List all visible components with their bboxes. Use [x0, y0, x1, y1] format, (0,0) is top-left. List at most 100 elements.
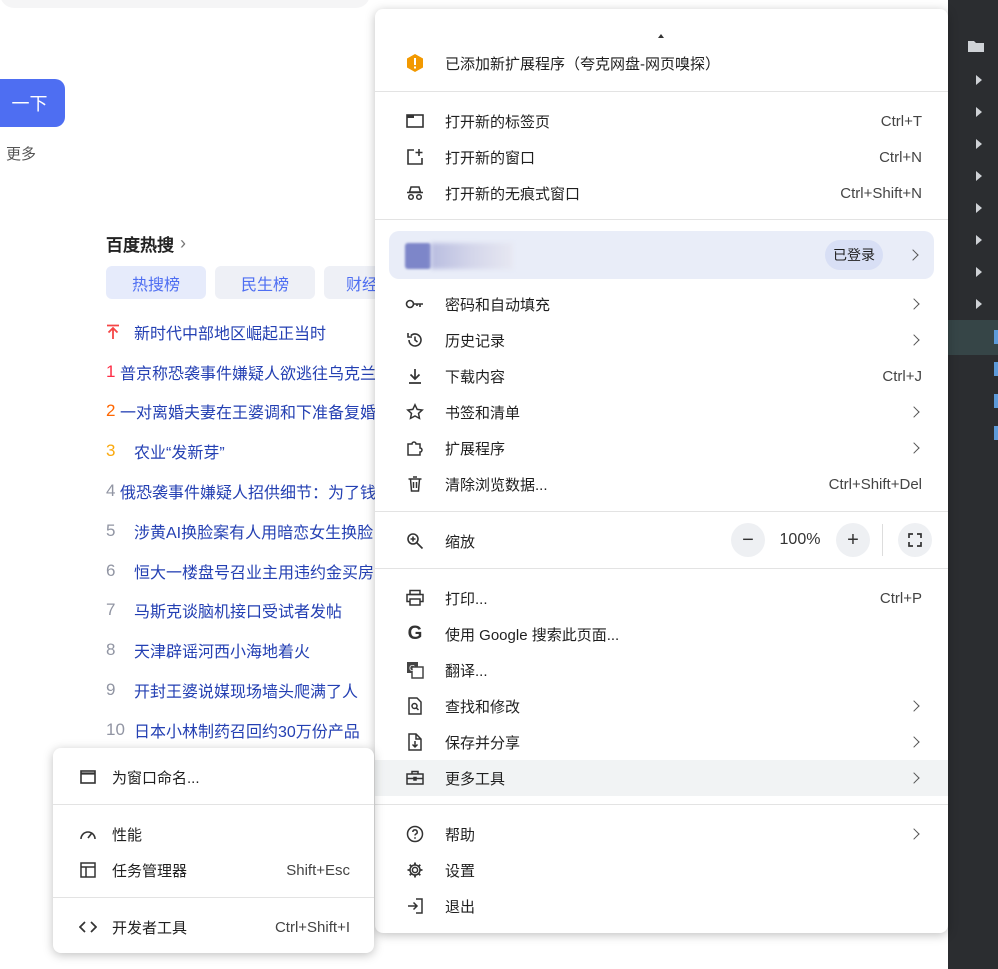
divider: [375, 219, 948, 220]
menu-item-settings[interactable]: 设置: [375, 852, 948, 888]
expand-arrow-icon[interactable]: [976, 267, 982, 277]
profile-row[interactable]: 已登录: [389, 231, 934, 279]
menu-item-label: 缩放: [445, 533, 476, 551]
more-tools-submenu: 为窗口命名... 性能 任务管理器 Shift+Esc 开发者工具 Ctrl+S…: [53, 748, 374, 953]
zoom-in-button[interactable]: +: [836, 523, 870, 557]
menu-item-label: 任务管理器: [112, 862, 188, 880]
pin-top-icon: [106, 324, 134, 340]
menu-item-name-window[interactable]: 为窗口命名...: [53, 759, 374, 795]
menu-item-downloads[interactable]: 下载内容 Ctrl+J: [375, 358, 948, 394]
google-icon: G: [407, 623, 423, 644]
menu-item-devtools[interactable]: 开发者工具 Ctrl+Shift+I: [53, 909, 374, 945]
list-item[interactable]: 2 一对离婚夫妻在王婆调和下准备复婚: [106, 392, 376, 432]
tab-livelihood[interactable]: 民生榜: [215, 266, 315, 299]
menu-item-label: 打开新的窗口: [445, 149, 536, 167]
menu-item-exit[interactable]: 退出: [375, 888, 948, 924]
zoom-out-button[interactable]: −: [731, 523, 765, 557]
divider: [882, 524, 883, 556]
star-icon: [405, 402, 425, 422]
list-item[interactable]: 4 俄恐袭事件嫌疑人招供细节：为了钱: [106, 471, 376, 511]
menu-item-label: 为窗口命名...: [112, 769, 200, 787]
notice-label: 已添加新扩展程序（夸克网盘-网页嗅探）: [445, 55, 720, 73]
chevron-right-icon: [908, 700, 920, 712]
menu-item-label: 保存并分享: [445, 734, 521, 752]
list-item[interactable]: 10 日本小林制药召回约30万份产品: [106, 710, 376, 750]
menu-item-label: 打开新的标签页: [445, 113, 551, 131]
list-item[interactable]: 3 农业“发新芽”: [106, 431, 376, 471]
list-item[interactable]: 6 恒大一楼盘号召业主用违约金买房: [106, 551, 376, 591]
task-manager-icon: [78, 860, 98, 880]
menu-item-google-search[interactable]: G 使用 Google 搜索此页面...: [375, 616, 948, 652]
side-panel-selected-row[interactable]: [948, 320, 998, 355]
menu-item-help[interactable]: 帮助: [375, 816, 948, 852]
extension-added-notice[interactable]: 已添加新扩展程序（夸克网盘-网页嗅探）: [375, 45, 948, 81]
list-item-text: 涉黄AI换脸案有人用暗恋女生换脸: [134, 524, 374, 542]
menu-item-label: 设置: [445, 862, 476, 880]
file-icon: [994, 426, 998, 440]
menu-item-incognito[interactable]: 打开新的无痕式窗口 Ctrl+Shift+N: [375, 175, 948, 211]
menu-item-label: 开发者工具: [112, 919, 188, 937]
rank-number: 4: [106, 481, 116, 501]
code-icon: [78, 917, 98, 937]
divider: [53, 897, 374, 898]
list-item[interactable]: 1 普京称恐袭事件嫌疑人欲逃往乌克兰: [106, 352, 376, 392]
menu-item-print[interactable]: 打印... Ctrl+P: [375, 580, 948, 616]
list-item-text: 新时代中部地区崛起正当时: [134, 325, 327, 343]
list-item[interactable]: 7 马斯克谈脑机接口受试者发帖: [106, 591, 376, 631]
expand-arrow-icon[interactable]: [976, 203, 982, 213]
file-icon: [994, 394, 998, 408]
rank-number: 3: [106, 441, 116, 461]
menu-item-label: 翻译...: [445, 662, 488, 680]
list-item[interactable]: 9 开封王婆说媒现场墙头爬满了人: [106, 670, 376, 710]
help-icon: [405, 824, 425, 844]
chrome-main-menu: 已添加新扩展程序（夸克网盘-网页嗅探） 打开新的标签页 Ctrl+T 打开新的窗…: [375, 9, 948, 933]
list-item[interactable]: 新时代中部地区崛起正当时: [106, 312, 376, 352]
save-page-icon: [405, 732, 425, 752]
menu-item-passwords[interactable]: 密码和自动填充: [375, 286, 948, 322]
expand-arrow-icon[interactable]: [976, 235, 982, 245]
fullscreen-button[interactable]: [898, 523, 932, 557]
list-item-text: 一对离婚夫妻在王婆调和下准备复婚: [119, 405, 376, 423]
shortcut: Ctrl+Shift+N: [840, 184, 922, 202]
download-icon: [405, 366, 425, 386]
hot-search-title[interactable]: 百度热搜 ›: [106, 231, 186, 256]
menu-item-more-tools[interactable]: 更多工具: [375, 760, 948, 796]
expand-arrow-icon[interactable]: [976, 171, 982, 181]
search-box[interactable]: [0, 0, 370, 8]
menu-item-extensions[interactable]: 扩展程序: [375, 430, 948, 466]
list-item-text: 天津辟谣河西小海地着火: [134, 644, 311, 662]
tab-hot[interactable]: 热搜榜: [106, 266, 206, 299]
menu-item-label: 密码和自动填充: [445, 296, 551, 314]
more-link[interactable]: 更多: [6, 143, 36, 164]
menu-item-new-tab[interactable]: 打开新的标签页 Ctrl+T: [375, 103, 948, 139]
menu-item-save-share[interactable]: 保存并分享: [375, 724, 948, 760]
list-item[interactable]: 5 涉黄AI换脸案有人用暗恋女生换脸: [106, 511, 376, 551]
chevron-right-icon: [908, 442, 920, 454]
zoom-icon: [405, 531, 425, 551]
divider: [375, 511, 948, 512]
menu-item-performance[interactable]: 性能: [53, 816, 374, 852]
rank-number: 8: [106, 640, 116, 660]
expand-arrow-icon[interactable]: [976, 299, 982, 309]
expand-arrow-icon[interactable]: [976, 75, 982, 85]
menu-item-translate[interactable]: G 翻译...: [375, 652, 948, 688]
list-item[interactable]: 8 天津辟谣河西小海地着火: [106, 630, 376, 670]
list-item-text: 普京称恐袭事件嫌疑人欲逃往乌克兰: [119, 365, 376, 383]
hot-tabs: 热搜榜 民生榜 财经: [106, 266, 384, 299]
menu-item-find[interactable]: 查找和修改: [375, 688, 948, 724]
expand-arrow-icon[interactable]: [976, 107, 982, 117]
list-item-text: 开封王婆说媒现场墙头爬满了人: [134, 684, 359, 702]
expand-arrow-icon[interactable]: [976, 139, 982, 149]
menu-item-new-window[interactable]: 打开新的窗口 Ctrl+N: [375, 139, 948, 175]
new-tab-icon: [405, 111, 425, 131]
divider: [375, 804, 948, 805]
file-icon: [994, 330, 998, 344]
avatar: [405, 243, 431, 269]
menu-item-clear-data[interactable]: 清除浏览数据... Ctrl+Shift+Del: [375, 466, 948, 502]
menu-item-bookmarks[interactable]: 书签和清单: [375, 394, 948, 430]
chevron-right-icon: [908, 298, 920, 310]
menu-item-history[interactable]: 历史记录: [375, 322, 948, 358]
menu-item-task-manager[interactable]: 任务管理器 Shift+Esc: [53, 852, 374, 888]
trash-icon: [405, 474, 425, 494]
search-button[interactable]: 一下: [0, 79, 65, 127]
